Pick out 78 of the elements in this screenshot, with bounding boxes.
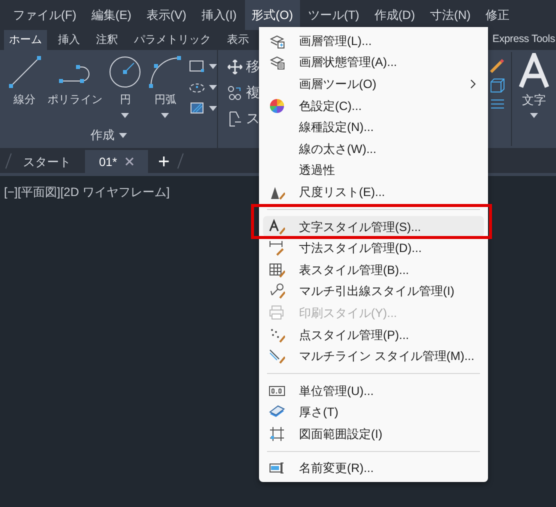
menu-item[interactable]: 表スタイル管理(B)...	[263, 258, 484, 281]
table-style-icon	[269, 262, 285, 278]
viewport-label[interactable]: [−][平面図][2D ワイヤフレーム]	[4, 185, 170, 199]
ribbon-tab[interactable]: 注釈	[91, 30, 123, 50]
menu-item[interactable]: マルチライン スタイル管理(M)...	[263, 345, 484, 367]
menu-bar-item[interactable]: 修正	[478, 0, 517, 30]
rectangle-icon	[189, 59, 206, 73]
ribbon-tool-button[interactable]: 線分	[6, 55, 44, 118]
line-icon	[8, 55, 42, 89]
menu-item[interactable]: 尺度リスト(E)...	[263, 181, 484, 203]
menu-item[interactable]: 色設定(C)...	[263, 94, 484, 116]
ribbon-tool-button[interactable]: ポリライン	[46, 55, 104, 118]
menu-item[interactable]: 画層管理(L)...	[263, 30, 484, 52]
menu-bar-item[interactable]: 編集(E)	[84, 0, 138, 30]
menu-item[interactable]: 画層ツール(O)	[263, 73, 484, 95]
ribbon-tab[interactable]: ホーム	[4, 30, 47, 50]
menu-item[interactable]: マルチ引出線スタイル管理(I)	[263, 280, 484, 302]
menu-item[interactable]: 線種設定(N)...	[263, 116, 484, 138]
menu-bar-item[interactable]: ファイル(F)	[6, 0, 84, 30]
ribbon-tool-button[interactable]: 移	[246, 56, 260, 77]
menu-item[interactable]: 点スタイル管理(P)...	[263, 324, 484, 346]
menu-bar-item[interactable]: 挿入(I)	[194, 0, 244, 30]
document-tab[interactable]: 01*	[85, 150, 148, 173]
caret-icon	[121, 112, 130, 118]
arc-icon	[148, 55, 182, 89]
menu-bar-item[interactable]: 表示(V)	[139, 0, 194, 30]
ribbon-tab[interactable]: 挿入	[53, 30, 85, 50]
menu-item[interactable]: 画層状態管理(A)...	[263, 52, 484, 74]
box-icon	[489, 77, 505, 93]
ribbon-tool-button[interactable]: 円弧	[146, 55, 184, 118]
menu-bar-item[interactable]: 作成(D)	[367, 0, 422, 30]
menu-item[interactable]: 単位管理(U)...	[263, 380, 484, 402]
layers-icon	[269, 32, 285, 49]
caret-icon	[209, 84, 218, 90]
menu-item[interactable]: 図面範囲設定(I)	[263, 423, 484, 445]
chevron-right-icon	[470, 78, 476, 89]
caret-icon	[209, 64, 218, 68]
ribbon-tool-button[interactable]: 文字	[522, 91, 546, 109]
menu-bar-item[interactable]: 形式(O)	[244, 0, 300, 30]
pencil-icon	[489, 58, 505, 74]
caret-icon	[161, 112, 170, 118]
menu-item[interactable]: 透過性	[263, 160, 484, 182]
color-wheel-icon	[269, 98, 285, 114]
copy-icon	[227, 84, 243, 100]
menu-item[interactable]: 文字スタイル管理(S)...	[263, 216, 484, 238]
rename-icon	[269, 460, 285, 476]
menu-item[interactable]: 名前変更(R)...	[263, 458, 484, 480]
ribbon-tool-button[interactable]: 円	[106, 55, 144, 118]
panel-title[interactable]: 作成	[90, 126, 114, 144]
caret-icon	[209, 106, 218, 110]
text-icon	[519, 53, 549, 89]
menu-item[interactable]: 線の太さ(W)...	[263, 138, 484, 160]
circle-icon	[108, 55, 142, 89]
ribbon-tool-button[interactable]: 複	[246, 82, 260, 103]
menu-bar-item[interactable]: ツール(T)	[300, 0, 366, 30]
limits-icon	[269, 426, 285, 442]
caret-icon	[118, 132, 126, 138]
layers-icon	[269, 54, 285, 70]
move-icon	[227, 58, 243, 74]
multiline-style-icon	[269, 348, 285, 364]
stretch-icon	[227, 110, 243, 126]
add-tab-button[interactable]: +	[148, 150, 180, 173]
menu-item[interactable]: 寸法スタイル管理(D)...	[263, 237, 484, 259]
text-style-icon	[269, 218, 285, 235]
ribbon-tab[interactable]: Express Tools	[492, 30, 556, 50]
ribbon-tab[interactable]: 表示	[222, 30, 254, 50]
document-tab[interactable]: スタート	[9, 150, 85, 173]
printer-icon	[269, 304, 285, 321]
leader-style-icon	[269, 283, 285, 300]
point-style-icon	[269, 326, 285, 343]
menu-item[interactable]: 厚さ(T)	[263, 402, 484, 424]
close-icon[interactable]	[125, 157, 134, 166]
ribbon-tab[interactable]: パラメトリック	[129, 30, 216, 50]
dimension-style-icon	[269, 240, 285, 256]
hatch-icon	[189, 101, 206, 115]
menu-bar-item[interactable]: 寸法(N)	[422, 0, 478, 30]
caret-icon	[530, 113, 538, 118]
ribbon-tool-button[interactable]: ス	[246, 108, 260, 129]
